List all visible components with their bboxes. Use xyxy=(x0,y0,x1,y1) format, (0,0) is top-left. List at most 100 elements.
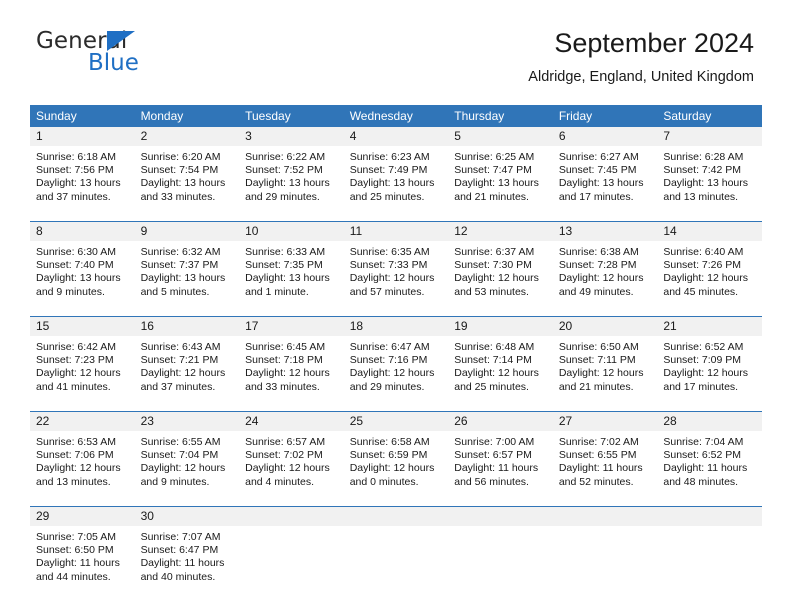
sunset-text: Sunset: 7:21 PM xyxy=(140,354,219,367)
calendar-day-cell xyxy=(239,506,344,601)
calendar-day-cell[interactable]: 20 Sunrise: 6:50 AM Sunset: 7:11 PM Dayligh… xyxy=(552,316,658,412)
sunrise-text: Sunrise: 6:58 AM xyxy=(349,436,430,448)
sunset-text: Sunset: 7:02 PM xyxy=(245,449,323,462)
calendar-day-cell[interactable]: 11 Sunrise: 6:35 AM Sunset: 7:33 PM Dayligh… xyxy=(343,221,449,317)
calendar-day-cell[interactable]: 10 Sunrise: 6:33 AM Sunset: 7:35 PM Dayligh… xyxy=(239,221,344,317)
sunrise-text: Sunrise: 6:40 AM xyxy=(663,246,744,258)
day-number: 4 xyxy=(343,127,449,146)
calendar-day-cell[interactable]: 22 Sunrise: 6:53 AM Sunset: 7:06 PM Dayligh… xyxy=(30,411,135,507)
calendar-day-cell[interactable]: 15 Sunrise: 6:42 AM Sunset: 7:23 PM Dayligh… xyxy=(30,316,135,412)
daylight-text: Daylight: 13 hours and 9 minutes. xyxy=(36,272,121,298)
daylight-text: Daylight: 13 hours and 1 minute. xyxy=(245,272,330,298)
day-number: 13 xyxy=(552,222,658,241)
calendar-day-cell[interactable]: 25 Sunrise: 6:58 AM Sunset: 6:59 PM Dayligh… xyxy=(343,411,449,507)
day-cell-content: 13 Sunrise: 6:38 AM Sunset: 7:28 PM Dayligh… xyxy=(552,222,658,316)
sunrise-text: Sunrise: 6:45 AM xyxy=(245,341,326,353)
calendar-day-cell[interactable]: 3 Sunrise: 6:22 AM Sunset: 7:52 PM Daylight… xyxy=(239,127,344,222)
sunrise-text: Sunrise: 6:20 AM xyxy=(140,151,221,163)
calendar-day-cell[interactable]: 14 Sunrise: 6:40 AM Sunset: 7:26 PM Dayligh… xyxy=(657,221,762,317)
calendar-day-cell[interactable]: 27 Sunrise: 7:02 AM Sunset: 6:55 PM Dayligh… xyxy=(552,411,658,507)
day-number: 20 xyxy=(552,317,658,336)
sunrise-text: Sunrise: 6:42 AM xyxy=(36,341,116,353)
daylight-text: Daylight: 11 hours and 40 minutes. xyxy=(140,557,225,583)
day-cell-content: 10 Sunrise: 6:33 AM Sunset: 7:35 PM Dayligh… xyxy=(239,222,344,316)
sunset-text: Sunset: 6:55 PM xyxy=(558,449,637,462)
day-cell-content: 29 Sunrise: 7:05 AM Sunset: 6:50 PM Dayligh… xyxy=(30,507,135,601)
day-sun-info: Sunrise: 7:02 AM Sunset: 6:55 PM Daylight:… xyxy=(553,431,658,489)
sunset-text: Sunset: 6:57 PM xyxy=(454,449,532,462)
day-number: 16 xyxy=(134,317,240,336)
day-cell-content xyxy=(657,507,762,601)
daylight-text: Daylight: 12 hours and 21 minutes. xyxy=(558,367,644,393)
day-cell-content: 23 Sunrise: 6:55 AM Sunset: 7:04 PM Dayligh… xyxy=(134,412,240,506)
day-cell-content xyxy=(552,507,658,601)
daylight-text: Daylight: 12 hours and 9 minutes. xyxy=(140,462,226,488)
calendar-day-cell[interactable]: 5 Sunrise: 6:25 AM Sunset: 7:47 PM Daylight… xyxy=(448,127,553,222)
calendar-day-cell[interactable]: 6 Sunrise: 6:27 AM Sunset: 7:45 PM Daylight… xyxy=(552,127,658,222)
calendar-day-cell[interactable]: 19 Sunrise: 6:48 AM Sunset: 7:14 PM Dayligh… xyxy=(448,316,553,412)
calendar-day-cell[interactable]: 12 Sunrise: 6:37 AM Sunset: 7:30 PM Dayligh… xyxy=(448,221,553,317)
day-sun-info: Sunrise: 6:58 AM Sunset: 6:59 PM Daylight:… xyxy=(344,431,449,489)
day-sun-info: Sunrise: 6:47 AM Sunset: 7:16 PM Daylight:… xyxy=(344,336,449,394)
day-sun-info: Sunrise: 6:18 AM Sunset: 7:56 PM Daylight:… xyxy=(30,146,135,204)
calendar-day-cell[interactable]: 1 Sunrise: 6:18 AM Sunset: 7:56 PM Daylight… xyxy=(30,127,135,222)
calendar-day-cell xyxy=(343,506,449,601)
sunset-text: Sunset: 7:42 PM xyxy=(663,164,742,177)
day-sun-info: Sunrise: 6:28 AM Sunset: 7:42 PM Daylight:… xyxy=(657,146,762,204)
calendar-day-cell[interactable]: 28 Sunrise: 7:04 AM Sunset: 6:52 PM Dayligh… xyxy=(657,411,762,507)
day-cell-content: 9 Sunrise: 6:32 AM Sunset: 7:37 PM Daylight… xyxy=(134,222,240,316)
sunset-text: Sunset: 7:52 PM xyxy=(245,164,323,177)
calendar-day-cell[interactable]: 13 Sunrise: 6:38 AM Sunset: 7:28 PM Dayligh… xyxy=(552,221,658,317)
sunrise-text: Sunrise: 6:35 AM xyxy=(349,246,430,258)
sunrise-text: Sunrise: 6:33 AM xyxy=(245,246,326,258)
day-number: 6 xyxy=(552,127,658,146)
day-cell-content: 6 Sunrise: 6:27 AM Sunset: 7:45 PM Daylight… xyxy=(552,127,658,221)
calendar-day-cell[interactable]: 29 Sunrise: 7:05 AM Sunset: 6:50 PM Dayligh… xyxy=(30,506,135,601)
day-sun-info: Sunrise: 6:25 AM Sunset: 7:47 PM Daylight:… xyxy=(448,146,553,204)
day-sun-info: Sunrise: 7:04 AM Sunset: 6:52 PM Daylight:… xyxy=(657,431,762,489)
sunrise-text: Sunrise: 7:07 AM xyxy=(140,531,221,543)
sunrise-text: Sunrise: 6:25 AM xyxy=(454,151,535,163)
sunrise-text: Sunrise: 6:55 AM xyxy=(140,436,221,448)
sunset-text: Sunset: 7:30 PM xyxy=(454,259,532,272)
daylight-text: Daylight: 12 hours and 33 minutes. xyxy=(245,367,330,393)
calendar-page: General Blue September 2024 Aldridge, En… xyxy=(0,0,792,612)
day-cell-content: 7 Sunrise: 6:28 AM Sunset: 7:42 PM Daylight… xyxy=(657,127,762,221)
calendar-day-cell[interactable]: 4 Sunrise: 6:23 AM Sunset: 7:49 PM Daylight… xyxy=(343,127,449,222)
sunset-text: Sunset: 7:56 PM xyxy=(36,164,114,177)
day-number: 15 xyxy=(30,317,135,336)
sunset-text: Sunset: 7:49 PM xyxy=(349,164,428,177)
calendar-day-cell[interactable]: 24 Sunrise: 6:57 AM Sunset: 7:02 PM Dayligh… xyxy=(239,411,344,507)
day-cell-content: 4 Sunrise: 6:23 AM Sunset: 7:49 PM Daylight… xyxy=(343,127,449,221)
calendar-day-cell[interactable]: 7 Sunrise: 6:28 AM Sunset: 7:42 PM Daylight… xyxy=(657,127,762,222)
calendar-day-cell[interactable]: 26 Sunrise: 7:00 AM Sunset: 6:57 PM Dayligh… xyxy=(448,411,553,507)
calendar-day-cell xyxy=(552,506,658,601)
sunrise-text: Sunrise: 6:50 AM xyxy=(558,341,639,353)
calendar-day-cell[interactable]: 30 Sunrise: 7:07 AM Sunset: 6:47 PM Dayligh… xyxy=(134,506,240,601)
day-number: 19 xyxy=(448,317,553,336)
calendar-day-cell[interactable]: 18 Sunrise: 6:47 AM Sunset: 7:16 PM Dayligh… xyxy=(343,316,449,412)
daylight-text: Daylight: 12 hours and 57 minutes. xyxy=(349,272,435,298)
calendar-day-cell[interactable]: 17 Sunrise: 6:45 AM Sunset: 7:18 PM Dayligh… xyxy=(239,316,344,412)
day-cell-content: 21 Sunrise: 6:52 AM Sunset: 7:09 PM Dayligh… xyxy=(657,317,762,411)
day-sun-info: Sunrise: 6:23 AM Sunset: 7:49 PM Daylight:… xyxy=(344,146,449,204)
sunset-text: Sunset: 7:16 PM xyxy=(349,354,428,367)
calendar-day-cell[interactable]: 21 Sunrise: 6:52 AM Sunset: 7:09 PM Dayligh… xyxy=(657,316,762,412)
calendar-day-cell[interactable]: 8 Sunrise: 6:30 AM Sunset: 7:40 PM Daylight… xyxy=(30,221,135,317)
calendar-day-cell[interactable]: 2 Sunrise: 6:20 AM Sunset: 7:54 PM Daylight… xyxy=(134,127,240,222)
daylight-text: Daylight: 12 hours and 17 minutes. xyxy=(663,367,749,393)
daylight-text: Daylight: 12 hours and 53 minutes. xyxy=(454,272,539,298)
day-sun-info: Sunrise: 6:27 AM Sunset: 7:45 PM Daylight:… xyxy=(553,146,658,204)
daylight-text: Daylight: 12 hours and 45 minutes. xyxy=(663,272,749,298)
calendar-week-row: 29 Sunrise: 7:05 AM Sunset: 6:50 PM Dayligh… xyxy=(30,506,762,601)
calendar-day-cell[interactable]: 16 Sunrise: 6:43 AM Sunset: 7:21 PM Dayligh… xyxy=(134,316,240,412)
general-blue-logo: General Blue xyxy=(36,28,216,78)
daylight-text: Daylight: 11 hours and 56 minutes. xyxy=(454,462,539,488)
day-sun-info: Sunrise: 6:45 AM Sunset: 7:18 PM Daylight:… xyxy=(239,336,344,394)
calendar-header-row: Sunday Monday Tuesday Wednesday Thursday… xyxy=(30,105,762,127)
calendar-day-cell[interactable]: 9 Sunrise: 6:32 AM Sunset: 7:37 PM Daylight… xyxy=(134,221,240,317)
day-number: 14 xyxy=(657,222,762,241)
calendar-day-cell[interactable]: 23 Sunrise: 6:55 AM Sunset: 7:04 PM Dayligh… xyxy=(134,411,240,507)
day-cell-content xyxy=(239,507,344,601)
day-number xyxy=(448,507,553,526)
